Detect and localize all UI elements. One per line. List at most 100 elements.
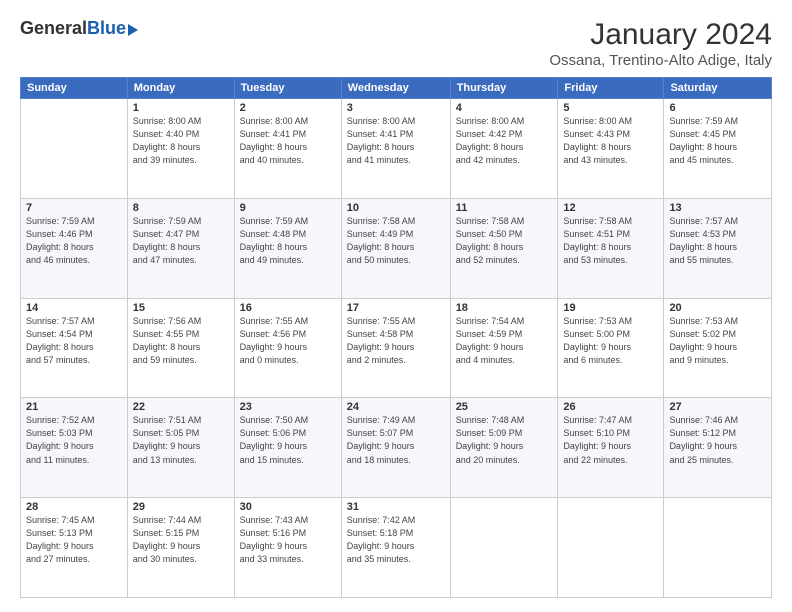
table-row: 4Sunrise: 8:00 AMSunset: 4:42 PMDaylight… (450, 99, 558, 199)
table-row: 7Sunrise: 7:59 AMSunset: 4:46 PMDaylight… (21, 198, 128, 298)
main-title: January 2024 (549, 18, 772, 52)
table-row: 25Sunrise: 7:48 AMSunset: 5:09 PMDayligh… (450, 398, 558, 498)
table-row: 31Sunrise: 7:42 AMSunset: 5:18 PMDayligh… (341, 498, 450, 598)
col-header-tuesday: Tuesday (234, 78, 341, 99)
day-number: 26 (563, 401, 658, 413)
day-info: Sunrise: 7:59 AMSunset: 4:45 PMDaylight:… (669, 115, 766, 167)
day-info: Sunrise: 8:00 AMSunset: 4:41 PMDaylight:… (347, 115, 445, 167)
table-row (21, 99, 128, 199)
day-info: Sunrise: 7:57 AMSunset: 4:53 PMDaylight:… (669, 215, 766, 267)
day-info: Sunrise: 7:59 AMSunset: 4:48 PMDaylight:… (240, 215, 336, 267)
day-number: 28 (26, 501, 122, 513)
table-row: 18Sunrise: 7:54 AMSunset: 4:59 PMDayligh… (450, 298, 558, 398)
table-row (450, 498, 558, 598)
table-row: 11Sunrise: 7:58 AMSunset: 4:50 PMDayligh… (450, 198, 558, 298)
calendar-table: Sunday Monday Tuesday Wednesday Thursday… (20, 77, 772, 598)
table-row: 22Sunrise: 7:51 AMSunset: 5:05 PMDayligh… (127, 398, 234, 498)
table-row: 28Sunrise: 7:45 AMSunset: 5:13 PMDayligh… (21, 498, 128, 598)
col-header-friday: Friday (558, 78, 664, 99)
day-number: 15 (133, 302, 229, 314)
logo-arrow-icon (128, 24, 138, 36)
day-number: 25 (456, 401, 553, 413)
col-header-monday: Monday (127, 78, 234, 99)
logo-blue-text: Blue (87, 18, 126, 39)
day-info: Sunrise: 7:48 AMSunset: 5:09 PMDaylight:… (456, 414, 553, 466)
calendar-week-2: 7Sunrise: 7:59 AMSunset: 4:46 PMDaylight… (21, 198, 772, 298)
table-row (664, 498, 772, 598)
table-row: 27Sunrise: 7:46 AMSunset: 5:12 PMDayligh… (664, 398, 772, 498)
day-number: 4 (456, 102, 553, 114)
day-info: Sunrise: 7:47 AMSunset: 5:10 PMDaylight:… (563, 414, 658, 466)
day-info: Sunrise: 7:58 AMSunset: 4:50 PMDaylight:… (456, 215, 553, 267)
page: General Blue January 2024 Ossana, Trenti… (0, 0, 792, 612)
day-number: 9 (240, 202, 336, 214)
day-info: Sunrise: 7:52 AMSunset: 5:03 PMDaylight:… (26, 414, 122, 466)
day-number: 19 (563, 302, 658, 314)
day-number: 16 (240, 302, 336, 314)
day-info: Sunrise: 7:51 AMSunset: 5:05 PMDaylight:… (133, 414, 229, 466)
day-info: Sunrise: 7:59 AMSunset: 4:47 PMDaylight:… (133, 215, 229, 267)
table-row: 1Sunrise: 8:00 AMSunset: 4:40 PMDaylight… (127, 99, 234, 199)
day-number: 22 (133, 401, 229, 413)
table-row: 26Sunrise: 7:47 AMSunset: 5:10 PMDayligh… (558, 398, 664, 498)
day-info: Sunrise: 7:42 AMSunset: 5:18 PMDaylight:… (347, 514, 445, 566)
table-row: 17Sunrise: 7:55 AMSunset: 4:58 PMDayligh… (341, 298, 450, 398)
subtitle: Ossana, Trentino-Alto Adige, Italy (549, 52, 772, 69)
day-info: Sunrise: 8:00 AMSunset: 4:43 PMDaylight:… (563, 115, 658, 167)
day-number: 20 (669, 302, 766, 314)
day-number: 21 (26, 401, 122, 413)
table-row: 8Sunrise: 7:59 AMSunset: 4:47 PMDaylight… (127, 198, 234, 298)
logo: General Blue (20, 18, 138, 39)
day-info: Sunrise: 7:49 AMSunset: 5:07 PMDaylight:… (347, 414, 445, 466)
day-info: Sunrise: 7:55 AMSunset: 4:58 PMDaylight:… (347, 315, 445, 367)
day-info: Sunrise: 7:53 AMSunset: 5:00 PMDaylight:… (563, 315, 658, 367)
table-row: 2Sunrise: 8:00 AMSunset: 4:41 PMDaylight… (234, 99, 341, 199)
day-number: 27 (669, 401, 766, 413)
day-number: 2 (240, 102, 336, 114)
col-header-wednesday: Wednesday (341, 78, 450, 99)
table-row: 20Sunrise: 7:53 AMSunset: 5:02 PMDayligh… (664, 298, 772, 398)
table-row: 19Sunrise: 7:53 AMSunset: 5:00 PMDayligh… (558, 298, 664, 398)
day-info: Sunrise: 7:59 AMSunset: 4:46 PMDaylight:… (26, 215, 122, 267)
table-row: 21Sunrise: 7:52 AMSunset: 5:03 PMDayligh… (21, 398, 128, 498)
title-block: January 2024 Ossana, Trentino-Alto Adige… (549, 18, 772, 69)
day-info: Sunrise: 8:00 AMSunset: 4:41 PMDaylight:… (240, 115, 336, 167)
table-row: 6Sunrise: 7:59 AMSunset: 4:45 PMDaylight… (664, 99, 772, 199)
table-row: 23Sunrise: 7:50 AMSunset: 5:06 PMDayligh… (234, 398, 341, 498)
calendar-week-1: 1Sunrise: 8:00 AMSunset: 4:40 PMDaylight… (21, 99, 772, 199)
day-number: 13 (669, 202, 766, 214)
day-info: Sunrise: 7:50 AMSunset: 5:06 PMDaylight:… (240, 414, 336, 466)
logo-general-text: General (20, 18, 87, 39)
day-number: 7 (26, 202, 122, 214)
table-row: 5Sunrise: 8:00 AMSunset: 4:43 PMDaylight… (558, 99, 664, 199)
day-info: Sunrise: 7:58 AMSunset: 4:51 PMDaylight:… (563, 215, 658, 267)
table-row: 30Sunrise: 7:43 AMSunset: 5:16 PMDayligh… (234, 498, 341, 598)
day-info: Sunrise: 8:00 AMSunset: 4:42 PMDaylight:… (456, 115, 553, 167)
table-row: 15Sunrise: 7:56 AMSunset: 4:55 PMDayligh… (127, 298, 234, 398)
table-row: 14Sunrise: 7:57 AMSunset: 4:54 PMDayligh… (21, 298, 128, 398)
col-header-thursday: Thursday (450, 78, 558, 99)
day-number: 18 (456, 302, 553, 314)
day-number: 5 (563, 102, 658, 114)
day-number: 11 (456, 202, 553, 214)
table-row (558, 498, 664, 598)
day-number: 14 (26, 302, 122, 314)
table-row: 3Sunrise: 8:00 AMSunset: 4:41 PMDaylight… (341, 99, 450, 199)
day-number: 3 (347, 102, 445, 114)
day-info: Sunrise: 7:43 AMSunset: 5:16 PMDaylight:… (240, 514, 336, 566)
day-number: 23 (240, 401, 336, 413)
day-number: 8 (133, 202, 229, 214)
day-number: 31 (347, 501, 445, 513)
day-number: 1 (133, 102, 229, 114)
calendar-header-row: Sunday Monday Tuesday Wednesday Thursday… (21, 78, 772, 99)
day-info: Sunrise: 7:55 AMSunset: 4:56 PMDaylight:… (240, 315, 336, 367)
table-row: 24Sunrise: 7:49 AMSunset: 5:07 PMDayligh… (341, 398, 450, 498)
table-row: 13Sunrise: 7:57 AMSunset: 4:53 PMDayligh… (664, 198, 772, 298)
day-info: Sunrise: 7:57 AMSunset: 4:54 PMDaylight:… (26, 315, 122, 367)
table-row: 9Sunrise: 7:59 AMSunset: 4:48 PMDaylight… (234, 198, 341, 298)
col-header-sunday: Sunday (21, 78, 128, 99)
calendar-week-3: 14Sunrise: 7:57 AMSunset: 4:54 PMDayligh… (21, 298, 772, 398)
table-row: 10Sunrise: 7:58 AMSunset: 4:49 PMDayligh… (341, 198, 450, 298)
day-info: Sunrise: 8:00 AMSunset: 4:40 PMDaylight:… (133, 115, 229, 167)
day-number: 30 (240, 501, 336, 513)
